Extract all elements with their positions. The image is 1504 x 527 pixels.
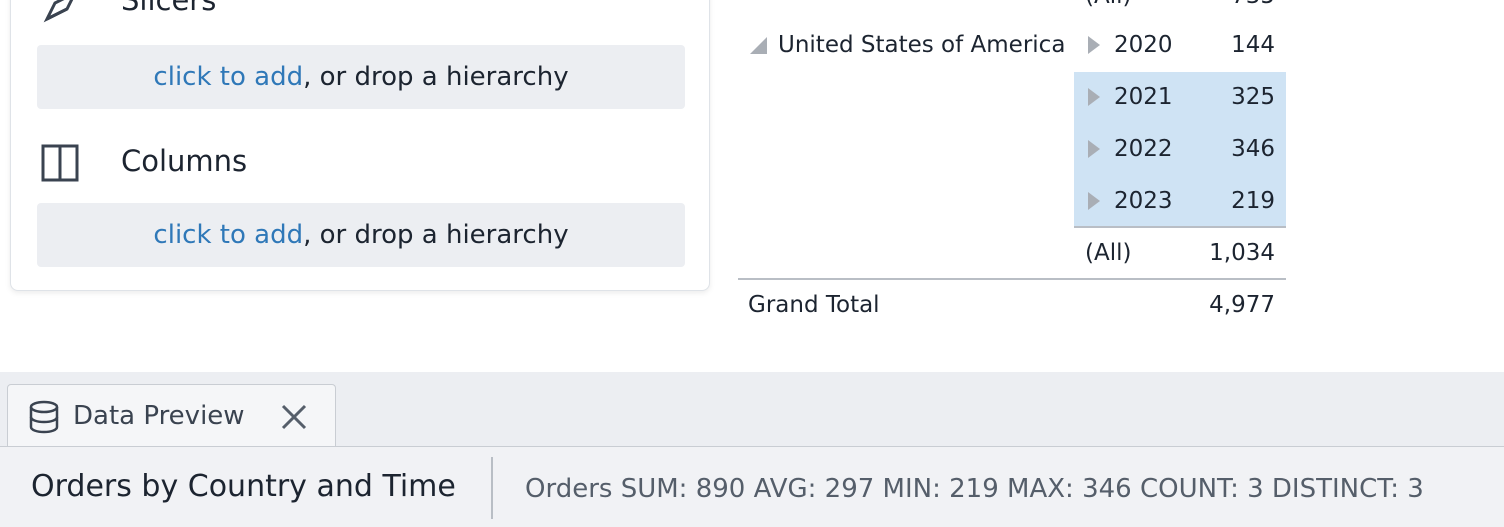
slicers-drop-hint: , or drop a hierarchy [303,62,569,92]
tab-data-preview[interactable]: Data Preview [7,384,336,448]
subtotal-divider [1074,226,1286,228]
columns-drop-hint: , or drop a hierarchy [303,220,569,250]
partial-all-label: (All) [1085,0,1131,9]
columns-click-to-add-link[interactable]: click to add [153,220,303,250]
slicers-label: Slicers [121,0,217,17]
columns-drop-zone[interactable]: click to add, or drop a hierarchy [37,203,685,267]
selection-stats: Orders SUM: 890 AVG: 297 MIN: 219 MAX: 3… [525,474,1424,504]
close-icon[interactable] [280,403,308,431]
year-2020-value[interactable]: 144 [1175,32,1275,58]
expand-year-2020-icon[interactable] [1088,36,1100,54]
grand-total-divider [738,278,1286,280]
expand-year-2023-icon[interactable] [1088,192,1100,210]
columns-label: Columns [121,144,248,178]
collapse-country-icon[interactable] [750,37,767,54]
status-title: Orders by Country and Time [31,469,456,504]
year-2021-value[interactable]: 325 [1175,84,1275,110]
database-icon [29,400,59,434]
columns-icon [41,144,79,182]
country-label: United States of America [778,32,1066,58]
partial-all-value: 735 [1175,0,1275,9]
tab-data-preview-label: Data Preview [73,401,245,431]
status-bar: Orders by Country and Time Orders SUM: 8… [0,447,1504,527]
year-2022-value[interactable]: 346 [1175,136,1275,162]
status-divider [491,457,493,519]
country-all-value[interactable]: 1,034 [1175,240,1275,266]
slicers-icon [43,0,74,23]
year-2020-label[interactable]: 2020 [1114,32,1173,58]
expand-year-2022-icon[interactable] [1088,140,1100,158]
year-2023-label[interactable]: 2023 [1114,188,1173,214]
year-2021-label[interactable]: 2021 [1114,84,1173,110]
hierarchy-editor-panel: Slicers click to add, or drop a hierarch… [10,0,710,291]
grand-total-value[interactable]: 4,977 [1175,292,1275,318]
year-2022-label[interactable]: 2022 [1114,136,1173,162]
grand-total-label: Grand Total [748,292,880,318]
year-2023-value[interactable]: 219 [1175,188,1275,214]
slicers-click-to-add-link[interactable]: click to add [153,62,303,92]
expand-year-2021-icon[interactable] [1088,88,1100,106]
country-all-label: (All) [1085,240,1132,266]
pivot-table: (All) 735 United States of America 2020 … [738,0,1298,372]
slicers-drop-zone[interactable]: click to add, or drop a hierarchy [37,45,685,109]
